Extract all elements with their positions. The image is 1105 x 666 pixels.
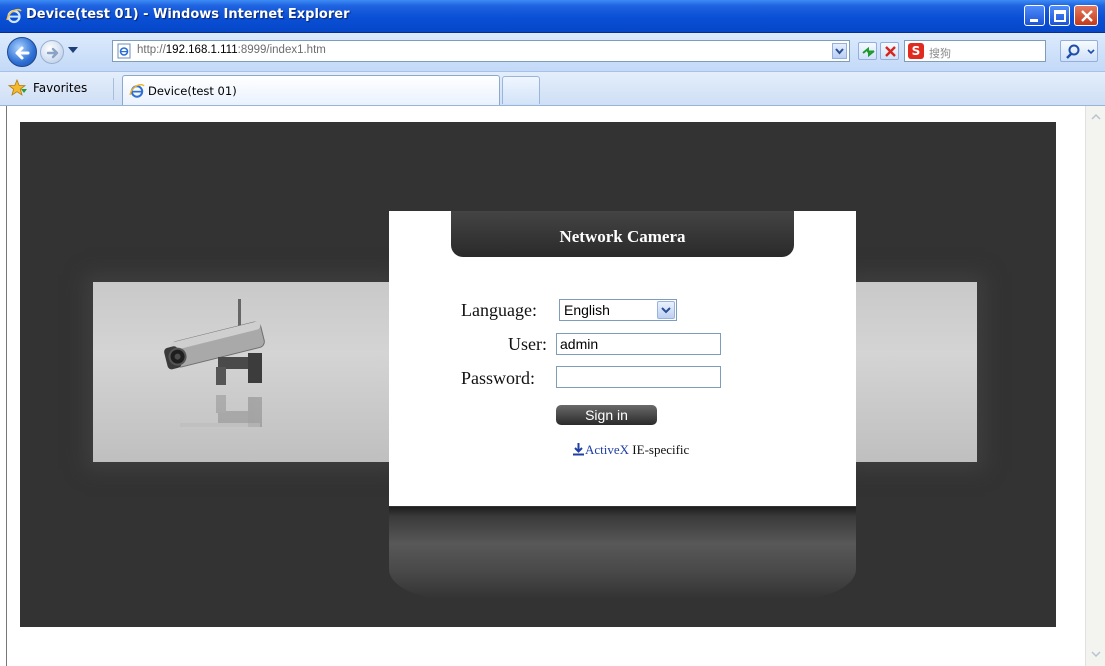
right-decor-panel: [855, 282, 977, 462]
favorites-label: Favorites: [33, 81, 88, 95]
language-label: Language:: [461, 300, 537, 320]
back-button[interactable]: [7, 37, 37, 67]
new-tab-button[interactable]: [502, 76, 540, 104]
address-bar[interactable]: http://192.168.1.111:8999/index1.htm: [112, 40, 850, 62]
chevron-down-icon: [661, 307, 671, 314]
language-select[interactable]: English: [559, 299, 677, 321]
vertical-scrollbar[interactable]: [1085, 106, 1105, 666]
sogou-icon: S: [908, 43, 924, 59]
refresh-icon: [862, 46, 875, 58]
activex-download: ActiveX IE-specific: [572, 442, 689, 458]
address-toolbar: http://192.168.1.111:8999/index1.htm S 搜…: [0, 33, 1105, 72]
search-icon: [1066, 44, 1095, 59]
window-title: Device(test 01) - Windows Internet Explo…: [26, 7, 350, 22]
password-label: Password:: [461, 368, 536, 388]
stop-button[interactable]: [880, 42, 899, 60]
forward-arrow-icon: [46, 47, 59, 59]
maximize-icon: [1054, 10, 1066, 22]
chevron-down-icon: [835, 48, 844, 55]
recent-pages-dropdown[interactable]: [68, 47, 78, 53]
tab-device[interactable]: Device(test 01): [122, 75, 500, 105]
language-dropdown-button[interactable]: [657, 301, 675, 319]
close-button[interactable]: [1074, 5, 1098, 26]
title-bar: Device(test 01) - Windows Internet Explo…: [0, 0, 1105, 33]
forward-button[interactable]: [40, 40, 64, 64]
ie-logo-icon: [129, 84, 145, 98]
maximize-button[interactable]: [1049, 5, 1070, 26]
user-label: User:: [508, 334, 547, 354]
stop-icon: [885, 46, 896, 57]
camera-image: [164, 299, 265, 427]
url-text: http://192.168.1.111:8999/index1.htm: [137, 44, 326, 56]
scroll-up-icon[interactable]: [1088, 109, 1104, 125]
download-icon: [573, 443, 584, 456]
favorites-star-icon: [8, 79, 27, 96]
refresh-button[interactable]: [858, 42, 877, 60]
scroll-down-icon[interactable]: [1088, 646, 1104, 662]
page-icon: [117, 43, 131, 59]
activex-link[interactable]: ActiveX: [585, 442, 629, 457]
close-icon: [1081, 10, 1093, 22]
tab-label: Device(test 01): [148, 84, 237, 98]
login-panel: Network Camera: [389, 211, 856, 506]
viewport-border: [6, 106, 7, 666]
ie-logo-icon: [6, 8, 22, 24]
search-input[interactable]: S 搜狗: [904, 40, 1046, 62]
search-placeholder: 搜狗: [929, 47, 951, 60]
sign-in-button[interactable]: Sign in: [556, 405, 657, 425]
activex-note: IE-specific: [629, 442, 690, 457]
user-input[interactable]: [556, 333, 721, 355]
login-header: Network Camera: [451, 211, 794, 257]
address-dropdown-button[interactable]: [832, 43, 847, 59]
login-panel-reflection: [389, 507, 856, 599]
page-title: Network Camera: [559, 227, 686, 246]
back-arrow-icon: [15, 46, 30, 60]
minimize-icon: [1030, 19, 1038, 22]
search-button[interactable]: [1060, 40, 1098, 62]
toolbar-divider: [113, 78, 114, 100]
password-input[interactable]: [556, 366, 721, 388]
minimize-button[interactable]: [1024, 5, 1045, 26]
favorites-bar: Favorites Device(test 01): [0, 72, 1105, 106]
language-value: English: [564, 302, 610, 318]
